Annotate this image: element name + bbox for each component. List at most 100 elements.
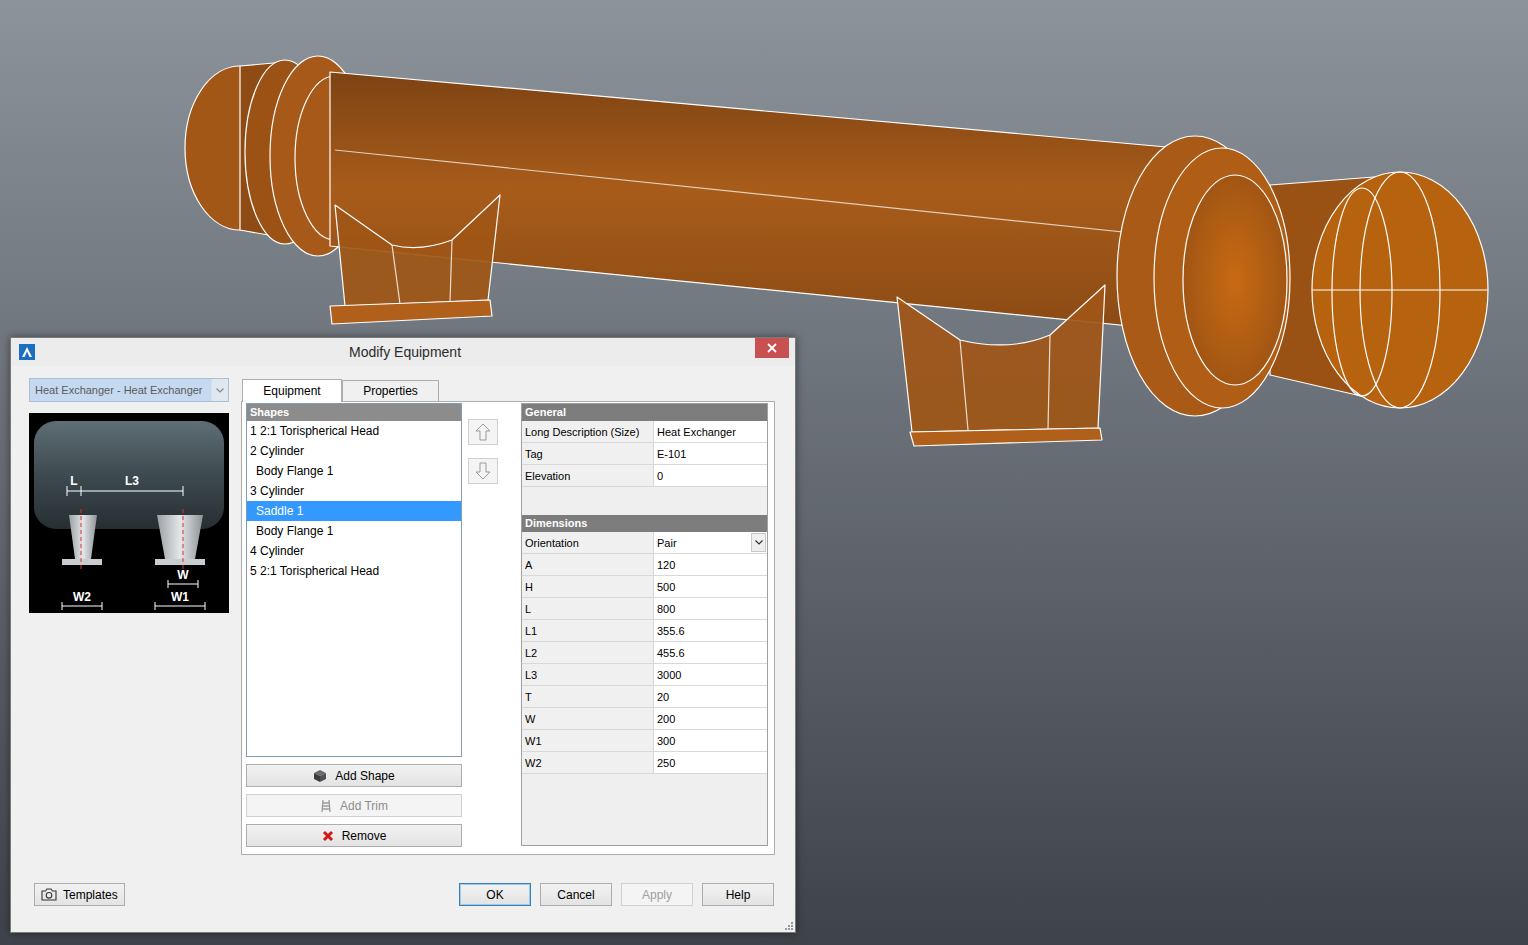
heat-exchanger-model[interactable]	[185, 56, 1488, 446]
property-row: W1300	[522, 730, 767, 752]
shape-item[interactable]: Saddle 1	[247, 501, 461, 521]
property-value[interactable]: 500	[654, 576, 767, 597]
property-label: Elevation	[522, 465, 654, 486]
property-grid: GeneralLong Description (Size)Heat Excha…	[521, 403, 768, 846]
app-logo-icon	[19, 344, 35, 360]
shape-item[interactable]: 4 Cylinder	[247, 541, 461, 561]
property-label: W	[522, 708, 654, 729]
move-up-button[interactable]	[468, 419, 498, 445]
property-value[interactable]: 0	[654, 465, 767, 486]
property-label: L	[522, 598, 654, 619]
move-down-button[interactable]	[468, 458, 498, 484]
right-head-seam	[1312, 289, 1488, 290]
property-value[interactable]: 455.6	[654, 642, 767, 663]
general-header: General	[522, 404, 767, 421]
property-row: Long Description (Size)Heat Exchanger	[522, 421, 767, 443]
button-label: Add Trim	[340, 799, 388, 813]
right-saddle	[897, 285, 1105, 446]
property-label: H	[522, 576, 654, 597]
trim-button[interactable]: Add Trim	[246, 794, 462, 817]
right-flange-face	[1183, 175, 1287, 385]
property-value[interactable]: 250	[654, 752, 767, 773]
resize-grip-icon[interactable]	[783, 920, 793, 930]
shapes-list: Shapes1 2:1 Torispherical Head2 Cylinder…	[246, 403, 462, 757]
property-row: L2455.6	[522, 642, 767, 664]
property-row: W2250	[522, 752, 767, 774]
property-label: Orientation	[522, 532, 654, 553]
arrow-down-icon	[475, 462, 491, 480]
red-x-icon	[322, 830, 334, 842]
dialog-button[interactable]: OK	[459, 883, 531, 906]
shapes-header: Shapes	[247, 404, 461, 421]
orientation-dropdown[interactable]: Pair	[654, 532, 767, 553]
close-icon	[767, 343, 777, 353]
property-value[interactable]: E-101	[654, 443, 767, 464]
tab[interactable]: Properties	[342, 380, 439, 401]
equipment-class-dropdown[interactable]: Heat Exchanger - Heat Exchanger	[29, 378, 229, 402]
property-label: A	[522, 554, 654, 575]
property-label: L1	[522, 620, 654, 641]
tab[interactable]: Equipment	[242, 379, 342, 402]
label-w2: W2	[73, 590, 91, 604]
property-row: T20	[522, 686, 767, 708]
modify-equipment-dialog: Modify Equipment Heat Exchanger - Heat Ex…	[10, 337, 796, 933]
viewport-background	[0, 0, 1528, 945]
chevron-down-icon	[216, 388, 224, 393]
title-bar[interactable]: Modify Equipment	[11, 338, 795, 366]
property-label: W1	[522, 730, 654, 751]
property-value[interactable]: Heat Exchanger	[654, 421, 767, 442]
equipment-preview: L L3 W W2 W1	[29, 413, 229, 613]
property-row: W200	[522, 708, 767, 730]
chevron-down-icon	[755, 540, 763, 545]
right-head-ring	[1332, 188, 1392, 396]
templates-button[interactable]: Templates	[34, 883, 125, 906]
property-row: H500	[522, 576, 767, 598]
equipment-panel: Shapes1 2:1 Torispherical Head2 Cylinder…	[241, 401, 775, 855]
property-value[interactable]: 120	[654, 554, 767, 575]
remove-button[interactable]: Remove	[246, 824, 462, 847]
dialog-button[interactable]: Help	[702, 883, 774, 906]
property-label: Tag	[522, 443, 654, 464]
shape-item[interactable]: 1 2:1 Torispherical Head	[247, 421, 461, 441]
label-l3: L3	[125, 474, 139, 488]
property-label: T	[522, 686, 654, 707]
property-value[interactable]: 300	[654, 730, 767, 751]
property-row: TagE-101	[522, 443, 767, 465]
property-row: L33000	[522, 664, 767, 686]
shape-item[interactable]: Body Flange 1	[247, 461, 461, 481]
desktop: Modify Equipment Heat Exchanger - Heat Ex…	[0, 0, 1528, 945]
arrow-up-icon	[475, 423, 491, 441]
property-row: L800	[522, 598, 767, 620]
property-label: W2	[522, 752, 654, 773]
shell-seam	[335, 150, 1200, 240]
shape-item[interactable]: 3 Cylinder	[247, 481, 461, 501]
property-value[interactable]: 20	[654, 686, 767, 707]
property-value[interactable]: 355.6	[654, 620, 767, 641]
cube-icon	[313, 769, 327, 783]
saddle-dimension-diagram: L L3 W W2 W1	[29, 413, 229, 613]
close-button[interactable]	[755, 338, 789, 358]
shape-item[interactable]: Body Flange 1	[247, 521, 461, 541]
property-row: L1355.6	[522, 620, 767, 642]
dialog-button[interactable]: Apply	[621, 883, 693, 906]
property-row: OrientationPair	[522, 532, 767, 554]
label-l: L	[70, 474, 77, 488]
label-w1: W1	[171, 590, 189, 604]
property-value[interactable]: 800	[654, 598, 767, 619]
left-saddle	[330, 195, 500, 324]
camera-icon	[41, 888, 57, 901]
shape-item[interactable]: 5 2:1 Torispherical Head	[247, 561, 461, 581]
property-label: Long Description (Size)	[522, 421, 654, 442]
property-value[interactable]: 3000	[654, 664, 767, 685]
property-value[interactable]: 200	[654, 708, 767, 729]
right-flange	[1154, 148, 1290, 408]
right-head	[1312, 172, 1488, 408]
shape-item[interactable]: 2 Cylinder	[247, 441, 461, 461]
property-label: L3	[522, 664, 654, 685]
shell	[330, 72, 1200, 333]
dialog-button[interactable]: Cancel	[540, 883, 612, 906]
dimensions-header: Dimensions	[522, 515, 767, 532]
label-w: W	[177, 568, 189, 582]
add-button[interactable]: Add Shape	[246, 764, 462, 787]
property-row: Elevation0	[522, 465, 767, 487]
